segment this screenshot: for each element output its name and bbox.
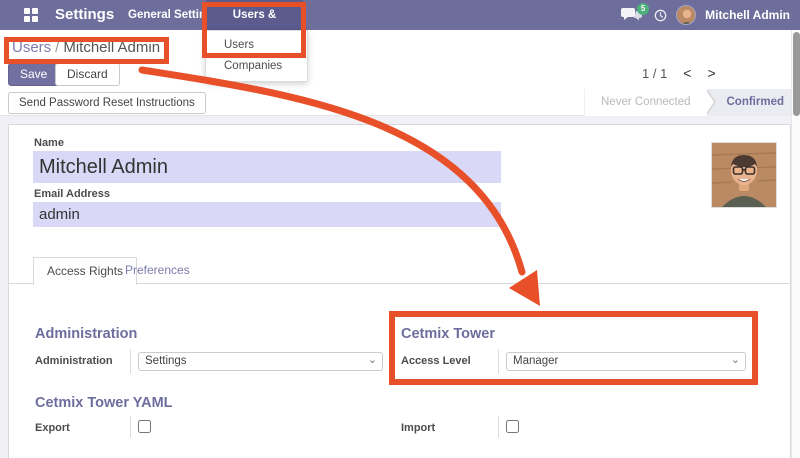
dropdown-item-users[interactable]: Users (206, 35, 307, 56)
save-button[interactable]: Save (8, 63, 59, 86)
administration-field-label: Administration (35, 355, 113, 367)
send-password-reset-button[interactable]: Send Password Reset Instructions (8, 92, 206, 114)
email-input[interactable] (33, 202, 501, 227)
vertical-scrollbar[interactable] (791, 30, 800, 458)
messages-icon[interactable]: 5 (621, 6, 645, 24)
form-sheet: Name Email Address (8, 124, 791, 458)
statusbar: Never Connected Confirmed (584, 89, 800, 116)
user-menu[interactable]: Mitchell Admin (705, 8, 790, 22)
control-panel: Users/Mitchell Admin Save Discard 1 / 1 … (0, 30, 800, 116)
form-statusbar-row: Send Password Reset Instructions Never C… (0, 89, 800, 116)
notebook-tabs: Access Rights Preferences (9, 257, 790, 284)
label-field-divider (130, 349, 131, 374)
pager-next-icon[interactable]: > (707, 65, 715, 81)
pager-value: 1 / 1 (642, 66, 667, 81)
section-title-administration: Administration (35, 326, 137, 342)
section-title-cetmix-tower-yaml: Cetmix Tower YAML (35, 395, 173, 411)
odoo-settings-window: Settings General Settings Users & Compan… (0, 0, 800, 458)
label-field-divider (130, 416, 131, 438)
export-checkbox[interactable] (138, 420, 151, 433)
status-step-never-connected[interactable]: Never Connected (584, 89, 707, 116)
app-title: Settings (55, 0, 114, 30)
breadcrumb-current: Mitchell Admin (63, 39, 160, 56)
tab-preferences[interactable]: Preferences (112, 257, 203, 284)
section-title-cetmix-tower: Cetmix Tower (401, 326, 495, 342)
user-photo[interactable] (711, 142, 777, 208)
menu-users-and-companies[interactable]: Users & Companies (206, 0, 303, 30)
label-field-divider (498, 416, 499, 438)
breadcrumb-users-link[interactable]: Users (12, 39, 51, 56)
scrollbar-thumb[interactable] (793, 32, 800, 116)
top-navbar: Settings General Settings Users & Compan… (0, 0, 800, 30)
user-avatar-small[interactable] (676, 5, 696, 25)
access-level-select[interactable]: Manager⌄ (506, 352, 746, 371)
access-level-label: Access Level (401, 355, 471, 367)
breadcrumb: Users/Mitchell Admin (12, 39, 160, 56)
breadcrumb-separator: / (51, 39, 63, 56)
name-label: Name (34, 137, 64, 149)
pager-previous-icon[interactable]: < (683, 65, 691, 81)
dropdown-item-companies[interactable]: Companies (206, 56, 307, 77)
import-checkbox[interactable] (506, 420, 519, 433)
administration-select[interactable]: Settings⌄ (138, 352, 383, 371)
chevron-down-icon: ⌄ (368, 352, 377, 369)
chevron-down-icon: ⌄ (731, 352, 740, 369)
label-field-divider (498, 349, 499, 374)
discard-button[interactable]: Discard (55, 63, 120, 86)
activities-clock-icon[interactable] (654, 9, 667, 22)
name-input[interactable] (33, 151, 501, 183)
export-label: Export (35, 422, 70, 434)
users-companies-dropdown: Users Companies (205, 30, 308, 82)
email-label: Email Address (34, 188, 110, 200)
status-step-confirmed: Confirmed (707, 89, 800, 116)
pager: 1 / 1 < > (642, 65, 716, 81)
messages-count-badge: 5 (637, 3, 649, 15)
import-label: Import (401, 422, 435, 434)
apps-menu-icon[interactable] (24, 8, 38, 22)
